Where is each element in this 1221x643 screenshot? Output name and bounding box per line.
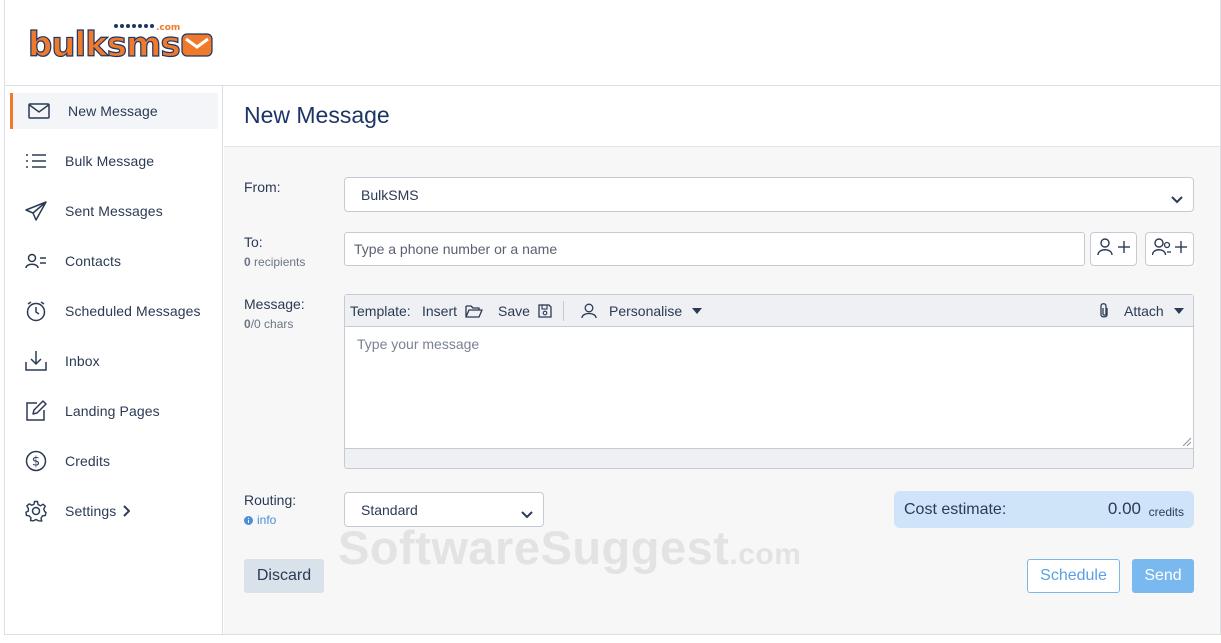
sidebar-item-contacts[interactable]: Contacts [10, 243, 218, 279]
routing-info-link[interactable]: info [244, 513, 276, 527]
from-select-value: BulkSMS [361, 186, 419, 203]
save-template-label: Save [498, 303, 530, 319]
sidebar-item-label: Sent Messages [65, 203, 163, 219]
sidebar-item-bulk-message[interactable]: Bulk Message [10, 143, 218, 179]
personalise-label: Personalise [609, 303, 683, 319]
sidebar-item-label: Settings [65, 503, 117, 519]
schedule-button[interactable]: Schedule [1027, 559, 1120, 593]
sidebar-item-label: Inbox [65, 353, 100, 369]
caret-down-icon [692, 308, 703, 314]
page-header: New Message [224, 86, 1220, 147]
sidebar-item-inbox[interactable]: Inbox [10, 343, 218, 379]
char-count: 0/0 chars [244, 317, 293, 331]
cost-estimate-panel: Cost estimate: 0.00 credits [894, 491, 1194, 528]
discard-button[interactable]: Discard [244, 559, 324, 593]
add-contact-icon [1096, 237, 1131, 261]
attach-label: Attach [1124, 303, 1164, 319]
insert-template-button[interactable]: Insert [422, 295, 483, 327]
sidebar-item-label: Scheduled Messages [65, 303, 201, 319]
recipients-count: 0 recipients [244, 255, 305, 269]
cost-estimate-unit: credits [1148, 505, 1184, 519]
chevron-down-icon [1171, 191, 1183, 207]
sidebar-item-scheduled-messages[interactable]: Scheduled Messages [10, 293, 218, 329]
watermark-suffix: .com [729, 538, 802, 571]
svg-text:$: $ [32, 455, 40, 470]
contacts-icon [24, 249, 48, 273]
cost-estimate-value: 0.00 [1107, 499, 1141, 518]
to-input-placeholder: Type a phone number or a name [354, 241, 558, 257]
paperclip-icon [1098, 302, 1110, 320]
attach-dropdown[interactable]: Attach [1098, 295, 1184, 327]
message-label: Message: [244, 296, 305, 312]
recipients-count-value: 0 [244, 255, 251, 269]
sidebar-item-label: Contacts [65, 253, 122, 269]
watermark: SoftwareSuggest.com [338, 520, 801, 575]
to-label: To: [244, 234, 263, 250]
routing-select-value: Standard [361, 501, 418, 518]
add-group-button[interactable] [1145, 232, 1194, 266]
sidebar-item-label: Credits [65, 453, 111, 469]
edit-square-icon [24, 399, 48, 423]
message-textarea[interactable]: Type your message [345, 327, 1193, 449]
page-title: New Message [244, 102, 390, 128]
cost-estimate-label: Cost estimate: [904, 501, 1007, 518]
personalise-dropdown[interactable]: Personalise [581, 295, 703, 327]
svg-text:.com: .com [156, 23, 180, 33]
folder-open-icon [465, 304, 483, 318]
add-contact-button[interactable] [1090, 232, 1137, 266]
paper-plane-icon [24, 199, 48, 223]
sidebar-item-settings[interactable]: Settings [10, 493, 218, 529]
send-button[interactable]: Send [1132, 559, 1194, 593]
save-template-button[interactable]: Save [498, 295, 552, 327]
watermark-text: SoftwareSuggest [338, 521, 730, 574]
top-bar: bulksms .com [5, 0, 1220, 86]
sidebar-item-label: New Message [68, 103, 158, 119]
sidebar-item-label: Bulk Message [65, 153, 155, 169]
routing-label: Routing: [244, 492, 297, 508]
person-icon [581, 303, 597, 319]
floppy-disk-icon [538, 304, 552, 318]
resize-handle-icon[interactable] [1182, 437, 1191, 446]
to-input[interactable]: Type a phone number or a name [344, 232, 1085, 266]
bulksms-logo[interactable]: bulksms .com [26, 20, 216, 66]
from-select[interactable]: BulkSMS [344, 177, 1194, 212]
envelope-icon [27, 99, 51, 123]
sidebar: New Message Bulk Message Sent Messages C… [5, 86, 223, 634]
stopwatch-icon [24, 299, 48, 323]
recipients-count-label: recipients [254, 255, 306, 269]
toolbar-divider [563, 295, 564, 327]
sidebar-item-credits[interactable]: $ Credits [10, 443, 218, 479]
chevron-right-icon [122, 505, 131, 517]
routing-info-label: info [257, 513, 277, 527]
message-toolbar: Template: Insert Save Personalise Attach [345, 295, 1193, 327]
char-count-suffix: /0 chars [250, 317, 294, 331]
list-icon [24, 149, 48, 173]
insert-template-label: Insert [422, 303, 458, 319]
dollar-circle-icon: $ [24, 449, 48, 473]
gear-icon [24, 499, 48, 523]
sidebar-item-landing-pages[interactable]: Landing Pages [10, 393, 218, 429]
char-count-value: 0 [244, 317, 251, 331]
message-editor: Template: Insert Save Personalise Attach… [344, 294, 1194, 469]
info-icon [244, 515, 253, 525]
sidebar-item-sent-messages[interactable]: Sent Messages [10, 193, 218, 229]
sidebar-item-new-message[interactable]: New Message [10, 93, 218, 129]
inbox-download-icon [24, 349, 48, 373]
template-label: Template: [350, 303, 411, 319]
add-group-icon [1151, 237, 1188, 261]
from-label: From: [244, 179, 281, 195]
sidebar-item-label: Landing Pages [65, 403, 160, 419]
caret-down-icon [1173, 308, 1184, 314]
message-placeholder: Type your message [357, 336, 480, 352]
